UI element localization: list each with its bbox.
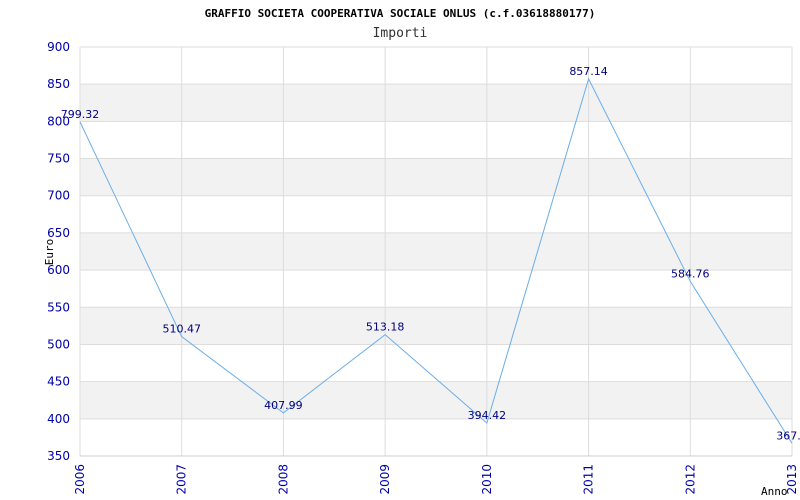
data-label: 584.76	[671, 267, 710, 280]
x-tick-label: 2007	[175, 464, 189, 495]
x-axis-title: Anno	[761, 485, 788, 498]
line-chart: 350400450500550600650700750800850900 200…	[43, 7, 800, 498]
grid-band	[80, 158, 792, 196]
x-tick-label: 2009	[378, 464, 392, 495]
y-tick-label: 500	[47, 337, 70, 351]
y-tick-label: 350	[47, 449, 70, 463]
x-tick-label: 2010	[480, 464, 494, 495]
grid-band	[80, 381, 792, 419]
data-label: 857.14	[569, 65, 608, 78]
y-tick-label: 850	[47, 77, 70, 91]
chart-subtitle: Importi	[373, 26, 428, 41]
x-tick-label: 2011	[582, 464, 596, 495]
grid-band	[80, 232, 792, 271]
x-tick-label: 2012	[683, 464, 697, 495]
background-bands	[80, 84, 792, 419]
chart-title: GRAFFIO SOCIETA COOPERATIVA SOCIALE ONLU…	[205, 7, 596, 20]
data-label: 394.42	[468, 409, 507, 422]
data-label: 799.32	[61, 108, 100, 121]
data-label: 513.18	[366, 321, 405, 334]
y-tick-label: 450	[47, 375, 70, 389]
data-label: 407.99	[264, 399, 303, 412]
y-tick-label: 400	[47, 412, 70, 426]
data-label: 510.47	[162, 323, 201, 336]
data-label: 367.1	[776, 429, 800, 442]
y-tick-label: 550	[47, 300, 70, 314]
y-axis-title: Euro	[43, 239, 56, 266]
x-tick-labels: 2006 2007 2008 2009 2010 2011 2012 2013	[73, 464, 799, 495]
x-tick-label: 2006	[73, 464, 87, 495]
y-tick-label: 700	[47, 189, 70, 203]
y-tick-label: 900	[47, 40, 70, 54]
y-tick-label: 650	[47, 226, 70, 240]
x-tick-label: 2008	[276, 464, 290, 495]
y-tick-label: 750	[47, 152, 70, 166]
grid-band	[80, 84, 792, 122]
